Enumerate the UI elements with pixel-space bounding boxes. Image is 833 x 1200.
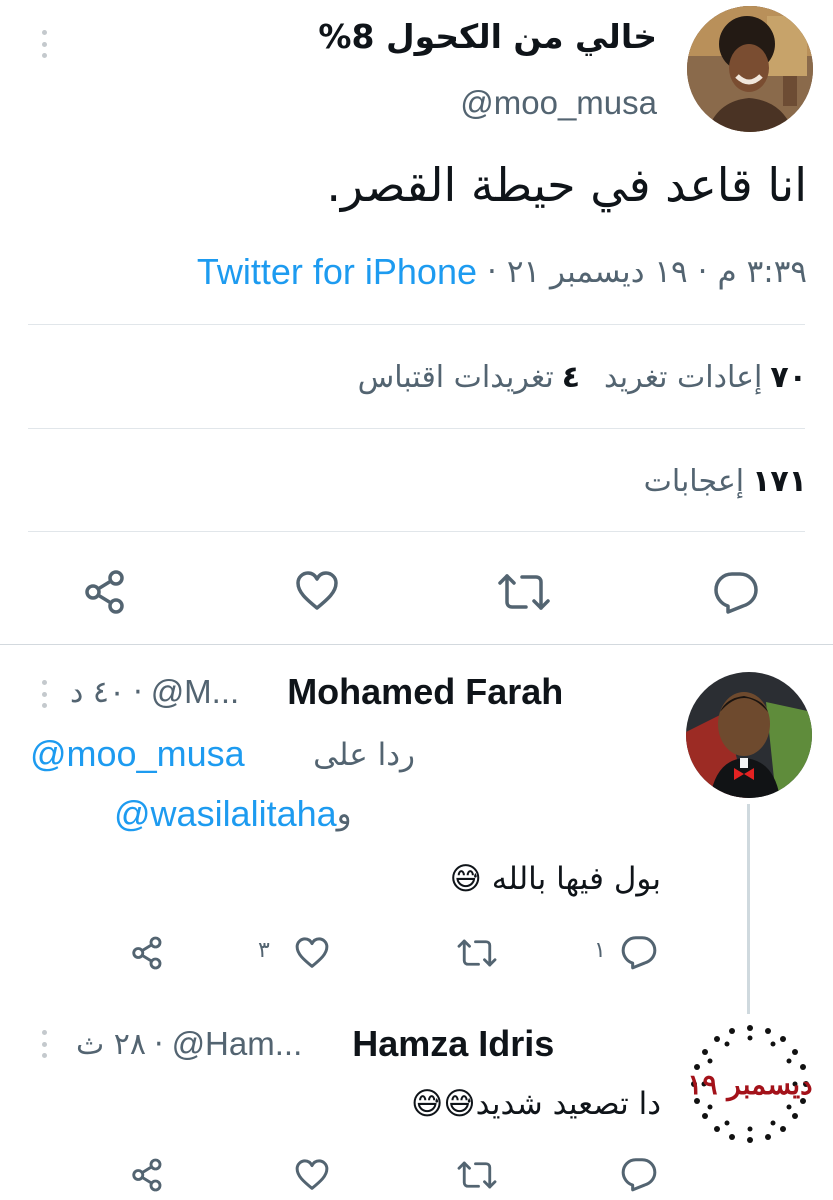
share-icon[interactable] xyxy=(82,570,130,614)
divider-2 xyxy=(28,428,805,429)
reply-1-header: ٤٠ د · @M... Mohamed Farah xyxy=(70,668,666,716)
reply-2-retweet-icon[interactable] xyxy=(456,1158,498,1192)
reply-2-avatar[interactable]: ديسمبر ١٩ xyxy=(688,1022,812,1146)
like-heart-icon[interactable] xyxy=(294,570,340,612)
divider-3 xyxy=(28,531,805,532)
reply-1-mention-1[interactable]: @moo_musa xyxy=(30,728,245,780)
reply-1-reply-count: ١ xyxy=(594,938,606,963)
reply-icon[interactable] xyxy=(712,570,760,614)
reply-2-more-icon[interactable] xyxy=(38,1026,50,1062)
reply-2-handle[interactable]: @Ham... xyxy=(172,1025,303,1063)
quotes-label: تغريدات اقتباس xyxy=(357,359,554,395)
reply-1-text: بول فيها بالله 😅 xyxy=(449,861,661,897)
retweets-count: ٧٠ xyxy=(770,359,807,395)
tweet-source-link[interactable]: Twitter for iPhone xyxy=(197,251,477,293)
retweets-label: إعادات تغريد xyxy=(604,359,763,395)
more-options-icon[interactable] xyxy=(38,26,50,62)
likes-stat[interactable]: ١٧١ إعجابات xyxy=(644,456,807,506)
reply-1-mention-conj: و xyxy=(336,796,352,832)
tweet-meta: ٣:٣٩ م · ١٩ ديسمبر ٢١ · Twitter for iPho… xyxy=(197,248,807,296)
author-avatar[interactable] xyxy=(687,6,813,132)
tweet-date[interactable]: ١٩ ديسمبر ٢١ xyxy=(507,254,688,290)
reply-1-like-count: ٣ xyxy=(258,938,270,963)
reply-1-display-name[interactable]: Mohamed Farah xyxy=(287,671,563,713)
reply-1-more-icon[interactable] xyxy=(38,676,50,712)
reply-2-text: دا تصعيد شديد😅😅 xyxy=(411,1086,661,1122)
reply-1-share-icon[interactable] xyxy=(130,936,166,970)
meta-separator-1: · xyxy=(697,254,708,290)
reply-1-time[interactable]: ٤٠ د xyxy=(70,675,125,710)
reply-2-time[interactable]: ٢٨ ث xyxy=(76,1027,146,1062)
reply-1-handle[interactable]: @M... xyxy=(151,673,240,711)
reply-2-like-icon[interactable] xyxy=(294,1158,330,1192)
tweet-text: انا قاعد في حيطة القصر. xyxy=(326,158,807,212)
likes-count: ١٧١ xyxy=(752,463,807,499)
reply-1-replying-to: ردا على xyxy=(313,730,415,780)
reply-2-separator: · xyxy=(154,1026,164,1062)
retweets-stat[interactable]: ٧٠ إعادات تغريد xyxy=(604,360,807,395)
reply-2-header: ٢٨ ث · @Ham... Hamza Idris xyxy=(76,1020,666,1068)
reply-1-separator: · xyxy=(133,674,143,710)
divider-1 xyxy=(28,324,805,325)
retweet-icon[interactable] xyxy=(496,570,552,614)
reply-1-mention-2[interactable]: @wasilalitaha xyxy=(114,793,337,835)
reply-1-like-icon[interactable] xyxy=(294,936,330,970)
quotes-count: ٤ xyxy=(561,359,581,395)
reply-1-reply-prefix: ردا على xyxy=(313,737,415,773)
retweet-quote-stats: ٧٠ إعادات تغريد ٤ تغريدات اقتباس xyxy=(358,352,807,402)
reply-2-avatar-text: ديسمبر ١٩ xyxy=(688,1068,812,1102)
author-handle[interactable]: @moo_musa xyxy=(460,82,657,124)
reply-1-avatar[interactable] xyxy=(686,672,812,798)
reply-1-mention-2-line: @wasilalitaha و xyxy=(114,788,352,840)
quotes-stat[interactable]: ٤ تغريدات اقتباس xyxy=(358,360,580,395)
likes-label: إعجابات xyxy=(643,463,745,499)
reply-2-display-name[interactable]: Hamza Idris xyxy=(352,1023,554,1065)
thread-connector-line xyxy=(747,804,750,1014)
section-divider xyxy=(0,644,833,645)
reply-1-retweet-icon[interactable] xyxy=(456,936,498,970)
tweet-time[interactable]: ٣:٣٩ م xyxy=(718,254,807,290)
author-display-name[interactable]: خالي من الكحول 8% xyxy=(318,14,657,60)
reply-2-reply-icon[interactable] xyxy=(620,1156,658,1192)
reply-2-share-icon[interactable] xyxy=(130,1158,166,1192)
meta-separator-2: · xyxy=(487,254,497,290)
reply-1-reply-icon[interactable] xyxy=(620,934,658,970)
